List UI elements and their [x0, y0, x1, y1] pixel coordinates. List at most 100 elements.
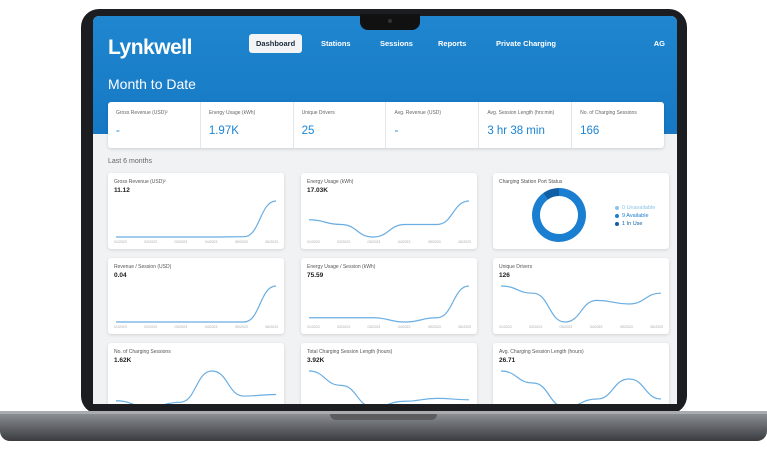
x-axis-ticks: 01/2023 02/2023 03/2023 04/2023 05/2023 06/20…	[114, 240, 278, 244]
x-axis-ticks: 01/2023 02/2023 03/2023 04/2023 05/2023 06/20…	[114, 325, 278, 329]
logo[interactable]: Lynkwell	[108, 36, 192, 60]
stat-value: 1.97K	[208, 125, 239, 137]
chart-card[interactable]: Gross Revenue (USD)² 11.12 01/2023 02/2023 0…	[108, 173, 284, 249]
line-chart	[115, 370, 277, 404]
nav-dashboard[interactable]: Dashboard	[249, 34, 303, 53]
legend-dot-icon	[615, 214, 619, 218]
x-tick-label: 01/2023	[307, 240, 320, 244]
x-tick-label: 03/2023	[559, 325, 573, 329]
series-line	[500, 285, 662, 323]
user-avatar[interactable]: AG	[654, 34, 665, 53]
x-tick-label: 02/2023	[529, 325, 542, 329]
nav-reports[interactable]: Reports	[438, 34, 466, 53]
stat-label: Avg. Session Length (hrs:min)	[487, 110, 555, 116]
x-tick-label: 06/2023	[458, 325, 471, 329]
x-tick-label: 03/2023	[367, 240, 381, 244]
stat-value: -	[394, 125, 399, 137]
nav-private-charging[interactable]: Private Charging	[496, 34, 556, 53]
x-tick-label: 05/2023	[620, 325, 633, 329]
line-chart	[500, 370, 662, 404]
stat-value: 25	[301, 125, 315, 137]
x-tick-label: 04/2023	[589, 325, 603, 329]
line-chart	[308, 200, 470, 238]
donut-slice	[543, 188, 560, 200]
series-line	[115, 285, 277, 323]
x-tick-label: 06/2023	[265, 240, 278, 244]
line-chart	[115, 200, 277, 238]
chart-card[interactable]: Revenue / Session (USD) 0.04 01/2023 02/202…	[108, 258, 284, 334]
x-tick-label: 02/2023	[144, 240, 157, 244]
stat-energy-usage: Energy Usage (kWh) 1.97K	[201, 102, 294, 148]
stat-unique-drivers: Unique Drivers 25	[294, 102, 387, 148]
legend-dot-icon	[615, 206, 619, 210]
line-chart	[308, 370, 470, 404]
period-label: Last 6 months	[108, 158, 152, 165]
laptop-opening-groove	[330, 414, 437, 420]
x-tick-label: 03/2023	[174, 240, 188, 244]
donut-slice	[532, 188, 586, 242]
x-tick-label: 05/2023	[235, 325, 248, 329]
chart-card[interactable]: Energy Usage (kWh) 17.03K 01/2023 02/2023 03…	[301, 173, 477, 249]
x-tick-label: 06/2023	[265, 325, 278, 329]
nav-sessions[interactable]: Sessions	[380, 34, 413, 53]
chart-card[interactable]: Avg. Charging Session Length (hours) 26.7…	[493, 343, 669, 404]
x-tick-label: 05/2023	[428, 325, 441, 329]
x-tick-label: 02/2023	[337, 240, 350, 244]
x-tick-label: 01/2023	[499, 325, 512, 329]
x-axis-ticks: 01/2023 02/2023 03/2023 04/2023 05/2023 06/20…	[307, 240, 471, 244]
stat-label: Energy Usage (kWh)	[208, 110, 256, 116]
stat-value: -	[116, 125, 120, 137]
x-tick-label: 03/2023	[174, 325, 188, 329]
x-tick-label: 04/2023	[204, 325, 218, 329]
x-tick-label: 05/2023	[428, 240, 441, 244]
stat-value: 3 hr 38 min	[487, 125, 545, 137]
x-tick-label: 02/2023	[337, 325, 350, 329]
nav-stations[interactable]: Stations	[321, 34, 351, 53]
legend-label: 0 Unavailable	[622, 205, 656, 211]
stat-gross-revenue: Gross Revenue (USD)² -	[108, 102, 201, 148]
legend-item: 0 Unavailable	[615, 205, 655, 211]
series-line	[308, 200, 470, 238]
chart-card[interactable]: Charging Station Port Status 0 Unavailabl…	[493, 173, 669, 249]
x-tick-label: 01/2023	[307, 325, 320, 329]
series-line	[115, 200, 277, 238]
stat-value: 166	[580, 125, 600, 137]
summary-stats: Gross Revenue (USD)² - Energy Usage (kWh…	[108, 102, 664, 148]
x-tick-label: 02/2023	[144, 325, 157, 329]
legend-item: 9 Available	[615, 213, 655, 219]
line-chart	[500, 285, 662, 323]
x-tick-label: 04/2023	[397, 325, 411, 329]
chart-legend: 0 Unavailable 9 Available 1 In Use	[615, 205, 655, 229]
stat-label: Gross Revenue (USD)²	[116, 110, 168, 116]
stat-charging-sessions: No. of Charging Sessions 166	[572, 102, 664, 148]
chart-card[interactable]: No. of Charging Sessions1.62K01/202302/2…	[108, 343, 284, 404]
x-tick-label: 06/2023	[458, 240, 471, 244]
x-tick-label: 06/2023	[650, 325, 663, 329]
stat-avg-revenue: Avg. Revenue (USD) -	[386, 102, 480, 148]
x-tick-label: 04/2023	[397, 240, 411, 244]
series-line	[308, 370, 470, 404]
stat-label: Unique Drivers	[301, 110, 335, 116]
line-chart	[115, 285, 277, 323]
series-line	[500, 370, 662, 404]
stat-label: No. of Charging Sessions	[580, 110, 637, 116]
chart-card[interactable]: Total Charging Session Length (hours) 3.9…	[301, 343, 477, 404]
stat-label: Avg. Revenue (USD)	[394, 110, 442, 116]
legend-dot-icon	[615, 222, 619, 226]
x-tick-label: 03/2023	[367, 325, 381, 329]
chart-card[interactable]: Unique Drivers 126 01/2023 02/2023 03/2023 04…	[493, 258, 669, 334]
x-tick-label: 01/2023	[114, 240, 127, 244]
legend-label: 1 In Use	[622, 221, 643, 227]
line-chart	[309, 285, 470, 323]
x-tick-label: 05/2023	[235, 240, 248, 244]
legend-label: 9 Available	[622, 213, 649, 219]
chart-card[interactable]: Energy Usage / Session (kWh) 75.59 01/2023…	[301, 258, 477, 334]
series-line	[115, 370, 277, 404]
series-line	[309, 285, 470, 323]
x-axis-ticks: 01/2023 02/2023 03/2023 04/2023 05/2023 06/20…	[499, 325, 663, 329]
x-tick-label: 01/2023	[114, 325, 127, 329]
dashboard-screen: Lynkwell Dashboard Stations Sessions Rep…	[93, 16, 677, 404]
page-title: Month to Date	[108, 76, 196, 92]
legend-item: 1 In Use	[615, 221, 655, 227]
camera-icon	[388, 19, 392, 23]
